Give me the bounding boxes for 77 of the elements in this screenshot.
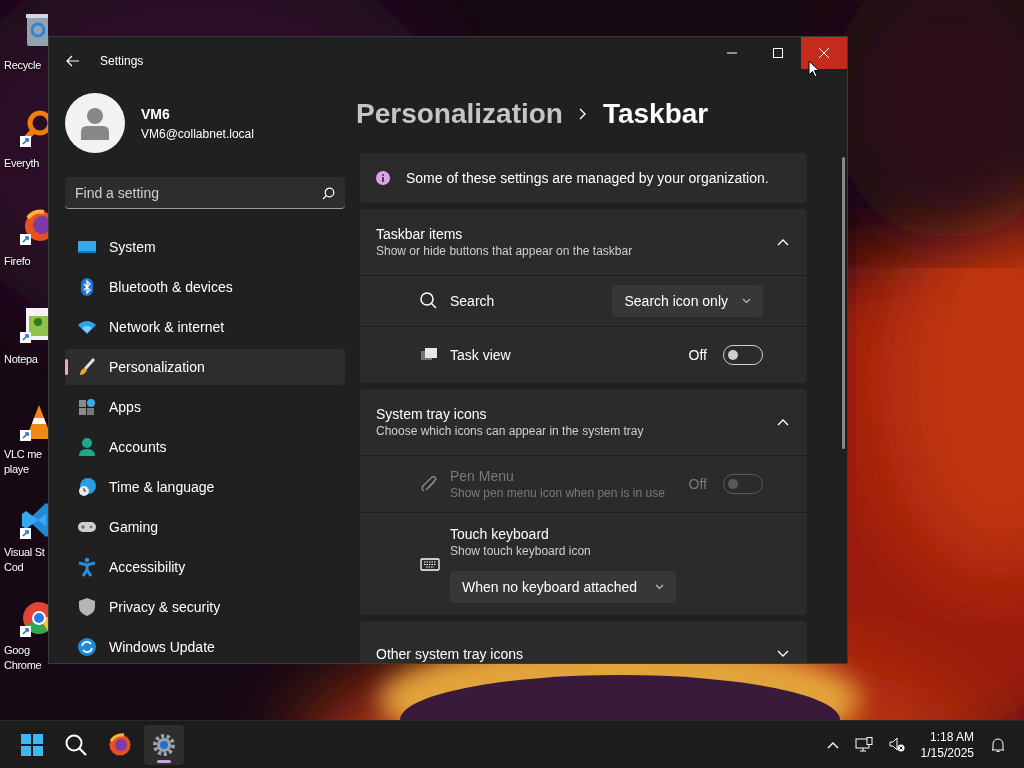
taskbar-button[interactable] [144,724,184,765]
globe-clock-icon [77,477,97,497]
page-title: Taskbar [602,97,709,131]
chevron-right-icon [578,108,587,120]
setting-label: Search [450,292,495,310]
speaker-muted-icon[interactable] [888,736,905,753]
desktop-icon-label[interactable]: Notepa [4,352,38,367]
time-text: 1:18 AM [928,728,974,745]
desktop-icon-label[interactable]: Visual St Cod [4,545,45,575]
nav-item[interactable]: Apps [65,389,345,425]
chevron-up-icon[interactable] [777,238,789,246]
dropdown[interactable]: When no keyboard attached [450,571,676,603]
chevron-up-icon[interactable] [777,418,789,426]
nav-item[interactable]: Windows Update [65,629,345,663]
section-title: Other system tray icons [376,645,524,663]
mouse-pointer-icon [808,60,820,78]
user-email: VM6@collabnet.local [141,125,254,143]
ribbon-icon[interactable] [18,500,48,542]
nav-item[interactable]: System [65,229,345,265]
section-title: System tray icons [376,405,488,423]
nav-item[interactable]: Accounts [65,429,345,465]
person-icon [77,437,97,457]
desktop-icon-label[interactable]: Recycle [4,58,42,73]
search-icon[interactable] [322,187,335,200]
paintbrush-icon [77,357,97,377]
sync-icon [77,637,97,657]
apps-grid-icon [77,397,97,417]
setting-description: Show touch keyboard icon [450,543,592,559]
toggle-state-label: Off [688,345,707,365]
maximize-icon [773,48,783,58]
chevron-down-icon [742,298,751,304]
network-icon[interactable] [854,736,873,753]
desktop-icon-label[interactable]: Firefo [4,254,31,269]
search-field[interactable]: Find a setting [65,177,345,209]
user-name: VM6 [141,104,171,124]
clock[interactable]: 1:18 AM 1/15/2025 [920,728,974,761]
nav-item[interactable]: Privacy & security [65,589,345,625]
bell-icon[interactable] [990,736,1006,753]
desktop-icon-label[interactable]: VLC me playe [4,447,42,477]
setting-label: Pen Menu [450,467,515,485]
keyboard-icon [420,555,440,573]
shield-icon [77,597,97,617]
window-title: Settings [100,53,144,70]
start-icon [20,732,44,757]
avatar[interactable] [65,93,125,153]
globe-icon [108,732,132,757]
gear-icon [152,732,176,757]
nav-item[interactable]: Personalization [65,349,345,385]
setting-label: Touch keyboard [450,525,550,543]
close-button[interactable] [801,37,847,69]
nav-item[interactable]: Time & language [65,469,345,505]
nav-item[interactable]: Accessibility [65,549,345,585]
toggle-state-label: Off [688,474,707,494]
notice-text: Some of these settings are managed by your organization. [406,169,769,187]
desktop-icon-label[interactable]: Goog Chrome [4,643,42,673]
dropdown[interactable]: Search icon only [612,285,763,317]
section-description: Choose which icons can appear in the system tray [376,423,644,439]
chevron-down-icon[interactable] [777,650,789,658]
accessibility-icon [77,557,97,577]
desktop-icon-label[interactable]: Everyth [4,156,40,171]
search-icon [64,732,88,757]
pen-icon [420,475,440,493]
close-icon [819,48,829,58]
section-title: Taskbar items [376,225,464,243]
chevron-down-icon [655,584,664,590]
nav-item[interactable]: Gaming [65,509,345,545]
setting-label: Task view [450,346,511,364]
setting-description: Show pen menu icon when pen is in use [450,485,665,501]
breadcrumb-link[interactable]: Personalization [356,93,563,135]
section-description: Show or hide buttons that appear on the taskbar [376,243,633,259]
chevron-up-icon[interactable] [826,740,839,749]
date-text: 1/15/2025 [920,744,974,761]
info-icon [376,171,390,185]
scrollbar[interactable] [842,157,845,449]
nav-item[interactable]: Bluetooth & devices [65,269,345,305]
back-icon[interactable] [66,55,80,67]
nav-item[interactable]: Network & internet [65,309,345,345]
